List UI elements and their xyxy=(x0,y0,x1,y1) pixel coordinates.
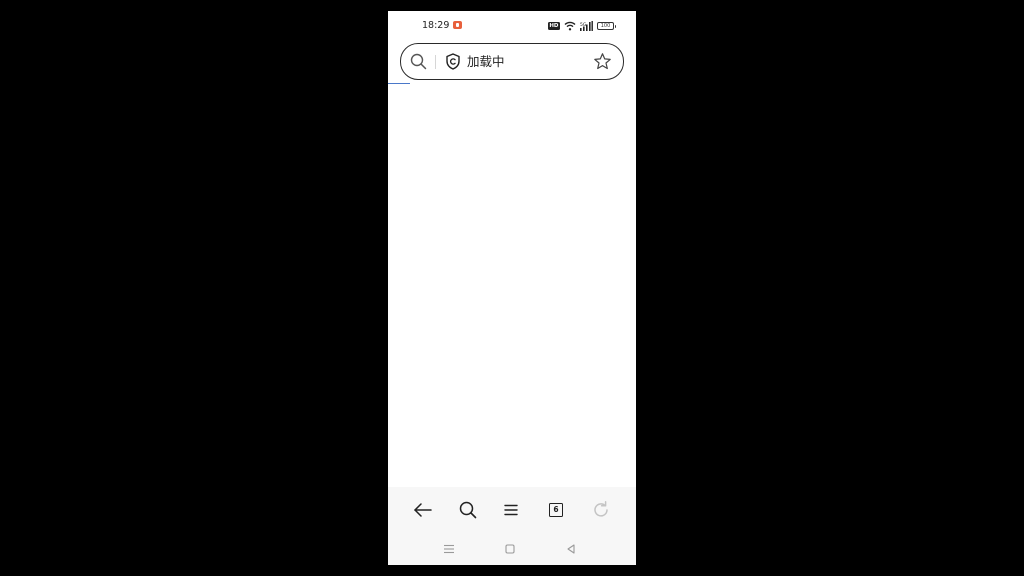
home-icon xyxy=(505,544,515,554)
address-text[interactable]: 加载中 xyxy=(467,54,505,70)
signal-icon: 5G xyxy=(580,21,593,31)
refresh-button[interactable] xyxy=(590,499,612,521)
status-time: 18:29 xyxy=(422,20,450,31)
wifi-icon xyxy=(564,21,576,31)
status-bar: 18:29 HD 5G 100 xyxy=(388,11,636,41)
menu-icon xyxy=(504,504,518,516)
refresh-icon xyxy=(594,501,608,517)
recording-app-icon xyxy=(453,21,462,29)
back-arrow-icon xyxy=(414,503,432,517)
system-back-button[interactable] xyxy=(564,541,578,555)
address-bar[interactable]: 加载中 xyxy=(400,43,624,80)
home-button[interactable] xyxy=(503,541,517,555)
status-icons: HD 5G 100 xyxy=(547,20,616,32)
loading-progress-fill xyxy=(388,83,411,84)
battery-level: 100 xyxy=(600,23,611,29)
search-icon xyxy=(459,501,477,519)
back-icon xyxy=(567,544,575,554)
recents-icon xyxy=(444,544,454,554)
page-content[interactable] xyxy=(388,85,636,487)
bottom-toolbar: 6 xyxy=(388,487,636,533)
star-icon[interactable] xyxy=(593,52,612,71)
search-icon[interactable] xyxy=(410,53,427,70)
battery-icon: 100 xyxy=(597,22,616,30)
hd-badge: HD xyxy=(547,22,560,30)
phone-screen: 18:29 HD 5G 100 加载中 6 xyxy=(388,11,636,565)
menu-button[interactable] xyxy=(500,499,522,521)
tabs-button[interactable]: 6 xyxy=(545,499,567,521)
search-button[interactable] xyxy=(457,499,479,521)
recents-button[interactable] xyxy=(442,541,456,555)
address-divider xyxy=(435,55,436,69)
shield-icon[interactable] xyxy=(445,53,461,70)
system-nav-bar xyxy=(388,533,636,565)
tabs-icon: 6 xyxy=(549,503,563,517)
back-button[interactable] xyxy=(412,499,434,521)
